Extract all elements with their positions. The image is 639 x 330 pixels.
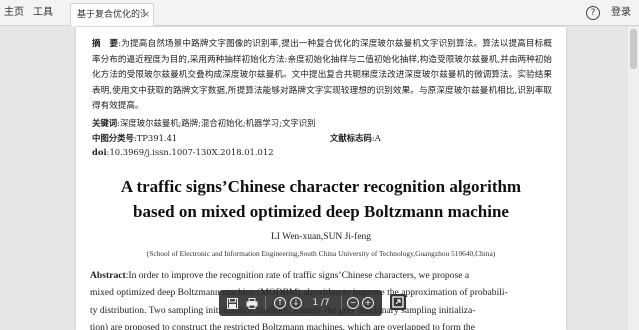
- toolbar-divider: [265, 296, 266, 310]
- abstract-chinese: 摘 要:为提高自然场景中路牌文字图像的识别率,提出一种复合优化的深度玻尔兹曼机文…: [92, 37, 552, 115]
- document-viewer: 摘 要:为提高自然场景中路牌文字图像的识别率,提出一种复合优化的深度玻尔兹曼机文…: [0, 27, 639, 330]
- login-button[interactable]: 登录: [611, 0, 631, 26]
- next-page-icon[interactable]: ↓: [287, 290, 305, 316]
- doi-value: :10.3969/j.issn.1007-130X.2018.01.012: [106, 147, 274, 157]
- scroll-thumb[interactable]: [630, 29, 637, 69]
- help-icon[interactable]: ?: [586, 6, 600, 20]
- clc-value: :TP391.41: [133, 133, 178, 143]
- keywords-label: 关键词: [92, 118, 118, 128]
- document-tab-title: 基于复合优化的深...: [77, 10, 145, 20]
- viewer-toolbar: ↑ ↓ 1 /7 − +: [219, 290, 382, 316]
- doi-label: doi: [92, 147, 107, 157]
- print-icon[interactable]: [243, 290, 261, 316]
- pdf-page: 摘 要:为提高自然场景中路牌文字图像的识别率,提出一种复合优化的深度玻尔兹曼机文…: [76, 27, 566, 330]
- zoom-out-icon[interactable]: −: [345, 290, 361, 316]
- clc-line: 中图分类号:TP391.41: [92, 132, 177, 144]
- keywords-text: :深度玻尔兹曼机;路牌;混合初始化;机器学习;文字识别: [117, 118, 316, 128]
- zoom-out-glyph: −: [347, 297, 359, 309]
- toolbar-divider: [341, 296, 342, 310]
- close-icon[interactable]: ×: [142, 4, 150, 26]
- doc-code-line: 文献标志码:A: [330, 132, 381, 144]
- affiliation: (School of Electronic and Information En…: [146, 249, 496, 258]
- authors: LI Wen-xuan,SUN Ji-feng: [270, 232, 372, 242]
- abstract-en-text-1: :In order to improve the recognition rat…: [125, 270, 470, 281]
- save-icon[interactable]: [223, 290, 241, 316]
- doc-code-label: 文献标志码: [330, 133, 372, 143]
- tools-tab[interactable]: 工具: [33, 0, 53, 26]
- home-tab[interactable]: 主页: [4, 0, 24, 26]
- zoom-in-icon[interactable]: +: [360, 290, 376, 316]
- clc-label: 中图分类号: [92, 133, 134, 143]
- prev-arrow-glyph: ↑: [274, 297, 286, 309]
- fit-page-icon[interactable]: [390, 294, 406, 310]
- vertical-scrollbar[interactable]: [628, 27, 639, 330]
- paper-title-line-1: A traffic signs’Chinese character recogn…: [120, 177, 522, 196]
- zoom-in-glyph: +: [362, 297, 374, 309]
- abstract-cn-text: :为提高自然场景中路牌文字图像的识别率,提出一种复合优化的深度玻尔兹曼机文字识别…: [92, 39, 552, 111]
- top-tab-bar: 主页 工具 基于复合优化的深... × ? 登录: [0, 0, 639, 26]
- paper-title-line-2: based on mixed optimized deep Boltzmann …: [133, 202, 509, 221]
- page-indicator[interactable]: 1 /7: [305, 290, 337, 316]
- abstract-en-line-1: Abstract:In order to improve the recogni…: [90, 267, 556, 284]
- doi-line: doi:10.3969/j.issn.1007-130X.2018.01.012: [92, 147, 274, 157]
- keywords-line: 关键词:深度玻尔兹曼机;路牌;混合初始化;机器学习;文字识别: [92, 117, 315, 129]
- abstract-en-line-4: tion) are proposed to construct the rest…: [90, 321, 475, 330]
- abstract-en-label: Abstract: [90, 270, 126, 281]
- abstract-cn-label: 摘 要: [92, 39, 119, 49]
- document-tab[interactable]: 基于复合优化的深... ×: [70, 3, 154, 26]
- next-arrow-glyph: ↓: [290, 297, 302, 309]
- doc-code-value: :A: [371, 133, 381, 143]
